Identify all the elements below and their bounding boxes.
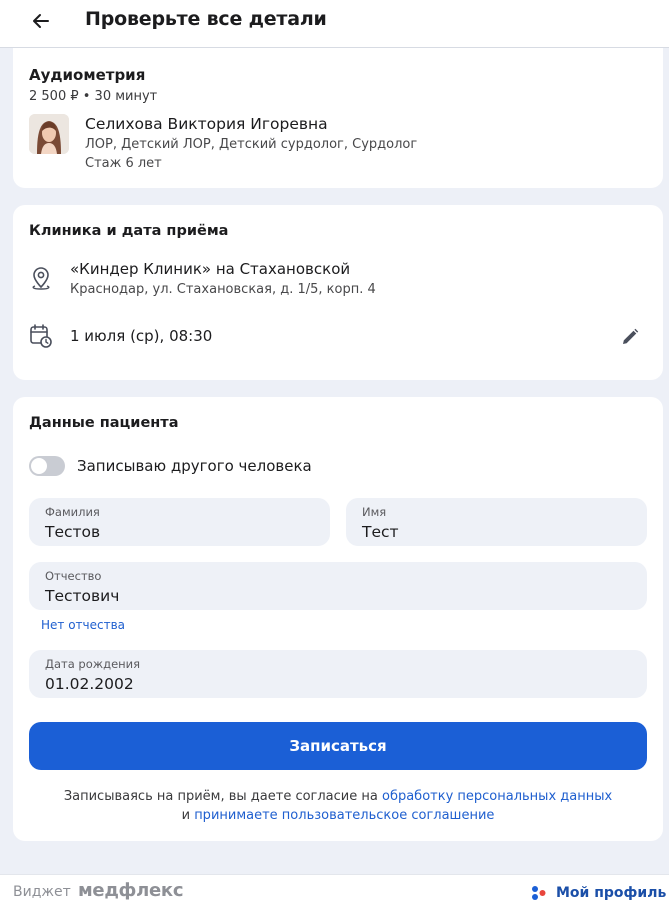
last-name-label: Фамилия [45,505,100,519]
appointment-datetime: 1 июля (ср), 08:30 [70,327,213,345]
submit-button[interactable]: Записаться [29,722,647,770]
doctor-avatar [29,114,69,154]
birth-date-label: Дата рождения [45,657,141,671]
first-name-value: Тест [362,523,399,541]
doctor-experience: Стаж 6 лет [85,156,162,171]
doctor-specialties: ЛОР, Детский ЛОР, Детский сурдолог, Сурд… [85,137,418,152]
other-person-toggle-label: Записываю другого человека [77,457,312,475]
arrow-left-icon [33,14,49,28]
birth-date-field[interactable]: Дата рождения 01.02.2002 [29,650,647,698]
clinic-card: Клиника и дата приёма «Киндер Клиник» на… [13,205,663,380]
last-name-field[interactable]: Фамилия Тестов [29,498,330,546]
calendar-clock-icon [29,323,53,349]
my-profile-label: Мой профиль [556,885,667,901]
clinic-name: «Киндер Клиник» на Стахановской [70,260,351,278]
middle-name-field[interactable]: Отчество Тестович [29,562,647,610]
no-middle-name-link[interactable]: Нет отчества [41,618,125,632]
service-name: Аудиометрия [29,66,146,84]
pencil-icon [623,328,639,344]
top-bar: Проверьте все детали [0,0,669,48]
footer-widget-label: Виджет [13,884,71,900]
footer-brand-logo: медфлекс [78,880,184,901]
middle-name-label: Отчество [45,569,102,583]
user-agreement-link[interactable]: принимаете пользовательское соглашение [194,808,494,823]
consent-line-2: и принимаете пользовательское соглашение [13,808,663,823]
last-name-value: Тестов [45,523,101,541]
birth-date-value: 01.02.2002 [45,675,134,693]
toggle-knob [31,458,47,474]
map-pin-icon [29,266,53,290]
clinic-address: Краснодар, ул. Стахановская, д. 1/5, кор… [70,282,376,297]
footer: Виджет медфлекс Мой профиль [0,874,669,909]
doctor-name: Селихова Виктория Игоревна [85,115,328,133]
personal-data-link[interactable]: обработку персональных данных [382,789,612,804]
first-name-field[interactable]: Имя Тест [346,498,647,546]
dots-logo-icon [532,886,546,900]
consent-conj: и [181,808,191,823]
other-person-toggle[interactable] [29,456,65,476]
service-card: Аудиометрия 2 500 ₽ • 30 минут Селихова … [13,48,663,188]
page-title: Проверьте все детали [85,8,327,30]
edit-datetime-button[interactable] [618,325,642,349]
patient-card: Данные пациента Записываю другого челове… [13,397,663,841]
middle-name-value: Тестович [45,587,120,605]
consent-line-1: Записываясь на приём, вы даете согласие … [13,789,663,804]
consent-prefix: Записываясь на приём, вы даете согласие … [63,789,378,804]
my-profile-button[interactable]: Мой профиль [530,884,666,902]
service-price-duration: 2 500 ₽ • 30 минут [29,89,158,104]
first-name-label: Имя [362,505,387,519]
patient-section-title: Данные пациента [29,415,179,431]
back-button[interactable] [28,8,54,34]
clinic-section-title: Клиника и дата приёма [29,223,229,239]
